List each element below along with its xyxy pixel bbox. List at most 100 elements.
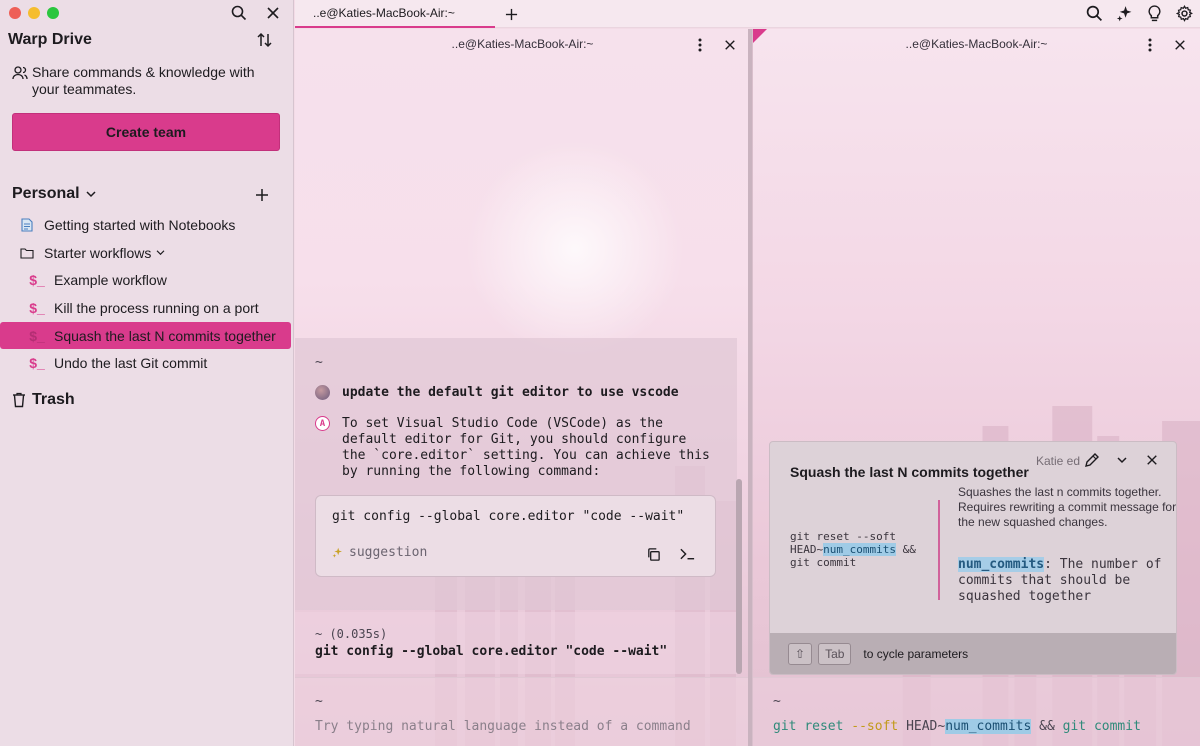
ai-response: A To set Visual Studio Code (VSCode) as …: [315, 416, 722, 480]
ai-response-text: To set Visual Studio Code (VSCode) as th…: [342, 416, 710, 479]
settings-gear-icon[interactable]: [1174, 3, 1194, 23]
insert-to-terminal-icon[interactable]: [677, 544, 697, 564]
scrollbar[interactable]: [736, 479, 742, 674]
suggestion-tag: suggestion: [332, 545, 427, 560]
workflow-icon: $_: [29, 299, 45, 316]
user-query: update the default git editor to use vsc…: [315, 385, 679, 400]
window-controls: [9, 7, 59, 19]
command-input-area[interactable]: ~ Try typing natural language instead of…: [295, 677, 750, 746]
pane-title: ..e@Katies-MacBook-Air:~: [451, 37, 594, 51]
background-glow: [465, 139, 685, 359]
search-icon[interactable]: [229, 3, 249, 23]
workflow-icon: $_: [29, 354, 45, 371]
pane-header: ..e@Katies-MacBook-Air:~: [295, 29, 750, 59]
suggested-command-card[interactable]: git config --global core.editor "code --…: [315, 495, 716, 577]
search-icon[interactable]: [1084, 3, 1104, 23]
workflow-divider: [938, 500, 940, 600]
trash-item[interactable]: Trash: [12, 391, 75, 409]
workflow-parameter-info: num_commits: The number of commits that …: [958, 557, 1173, 605]
sidebar-item-squash-commits[interactable]: $_ Squash the last N commits together: [0, 322, 291, 349]
sidebar-item-label: Example workflow: [54, 271, 167, 288]
shift-key: ⇧: [788, 642, 813, 665]
tab-terminal[interactable]: ..e@Katies-MacBook-Air:~: [295, 0, 495, 28]
zoom-window-button[interactable]: [47, 7, 59, 19]
left-terminal-pane[interactable]: ..e@Katies-MacBook-Air:~ ~ update the de…: [295, 29, 750, 746]
sidebar-title: Warp Drive: [8, 31, 92, 48]
right-terminal-pane[interactable]: ..e@Katies-MacBook-Air:~ Squash the last…: [752, 29, 1200, 746]
block-meta: ~ (0.035s): [315, 627, 388, 641]
sparkle-icon: [332, 547, 342, 558]
input-token: --soft: [851, 719, 899, 734]
pane-title: ..e@Katies-MacBook-Air:~: [905, 37, 1048, 51]
sidebar-item-starter-workflows[interactable]: Starter workflows: [0, 239, 292, 266]
cycle-hint: to cycle parameters: [863, 646, 969, 661]
personal-section-label: Personal: [12, 185, 80, 202]
input-token: git: [1062, 719, 1087, 734]
tab-label: ..e@Katies-MacBook-Air:~: [313, 6, 455, 20]
more-options-icon[interactable]: [690, 35, 710, 55]
close-icon[interactable]: [1142, 450, 1162, 470]
sidebar-item-example-workflow[interactable]: $_ Example workflow: [0, 266, 292, 293]
input-param-token[interactable]: num_commits: [945, 719, 1032, 734]
command-output-block[interactable]: ~ (0.035s) git config --global core.edit…: [295, 612, 737, 674]
workflow-icon: $_: [29, 271, 45, 288]
share-text: Share commands & knowledge with your tea…: [32, 64, 255, 97]
ai-conversation-block[interactable]: ~ update the default git editor to use v…: [295, 338, 737, 610]
chevron-down-icon: [86, 191, 96, 198]
input-directory: ~: [773, 694, 781, 709]
more-options-icon[interactable]: [1140, 35, 1160, 55]
parameter-name: num_commits: [958, 557, 1045, 572]
sidebar-item-undo-commit[interactable]: $_ Undo the last Git commit: [0, 349, 292, 376]
workflow-command-param: num_commits: [823, 543, 896, 556]
workflow-description: Squashes the last n commits together. Re…: [958, 485, 1177, 529]
input-token: commit: [1093, 719, 1141, 734]
command-input-placeholder[interactable]: Try typing natural language instead of a…: [315, 719, 691, 734]
sidebar-item-kill-process[interactable]: $_ Kill the process running on a port: [0, 294, 292, 321]
workflow-footer: ⇧ Tab to cycle parameters: [770, 633, 1176, 674]
close-window-button[interactable]: [9, 7, 21, 19]
sidebar-item-label: Undo the last Git commit: [54, 354, 208, 371]
workflow-info-card: Squash the last N commits together Katie…: [769, 441, 1177, 675]
workflow-title: Squash the last N commits together: [790, 464, 1029, 480]
input-token: reset: [804, 719, 844, 734]
input-token: &&: [1039, 719, 1055, 734]
copy-icon[interactable]: [643, 544, 663, 564]
workflow-icon: $_: [29, 327, 45, 344]
edit-icon[interactable]: [1082, 450, 1102, 470]
suggestion-label: suggestion: [349, 545, 428, 560]
sidebar-item-notebook[interactable]: Getting started with Notebooks: [0, 211, 292, 238]
ai-sparkle-icon[interactable]: [1114, 3, 1134, 23]
tab-key: Tab: [818, 642, 852, 665]
executed-command: git config --global core.editor "code --…: [315, 644, 668, 659]
lightbulb-icon[interactable]: [1144, 3, 1164, 23]
personal-section-header[interactable]: Personal: [12, 185, 96, 203]
warp-drive-sidebar: Warp Drive Share commands & knowledge wi…: [0, 0, 294, 746]
close-icon[interactable]: [263, 3, 283, 23]
sidebar-item-label: Squash the last N commits together: [54, 327, 276, 344]
chevron-down-icon[interactable]: [1112, 450, 1132, 470]
suggested-command[interactable]: git config --global core.editor "code --…: [332, 509, 684, 524]
sort-icon[interactable]: [255, 30, 275, 50]
avatar: [315, 385, 330, 400]
command-input-area[interactable]: ~ git reset --soft HEAD~num_commits && g…: [753, 677, 1200, 746]
user-query-text: update the default git editor to use vsc…: [342, 385, 679, 400]
new-tab-icon[interactable]: [501, 4, 521, 24]
share-message: Share commands & knowledge with your tea…: [12, 64, 272, 98]
create-team-button[interactable]: Create team: [12, 113, 280, 151]
command-input[interactable]: git reset --soft HEAD~num_commits && git…: [773, 719, 1141, 734]
chevron-down-icon: [156, 250, 165, 256]
workflow-command: git reset --soft HEAD~num_commits && git…: [790, 530, 930, 569]
input-token: HEAD~: [906, 719, 946, 734]
input-token: git: [773, 719, 797, 734]
notebook-icon: [18, 217, 36, 232]
sidebar-item-label: Getting started with Notebooks: [44, 216, 236, 233]
sidebar-item-label: Kill the process running on a port: [54, 299, 259, 316]
sidebar-item-label: Starter workflows: [44, 244, 152, 261]
close-pane-icon[interactable]: [1170, 35, 1190, 55]
close-pane-icon[interactable]: [720, 35, 740, 55]
tab-bar: ..e@Katies-MacBook-Air:~: [295, 0, 1200, 28]
minimize-window-button[interactable]: [28, 7, 40, 19]
pane-header: ..e@Katies-MacBook-Air:~: [753, 29, 1200, 59]
add-object-icon[interactable]: [252, 185, 272, 205]
trash-icon: [13, 392, 25, 408]
